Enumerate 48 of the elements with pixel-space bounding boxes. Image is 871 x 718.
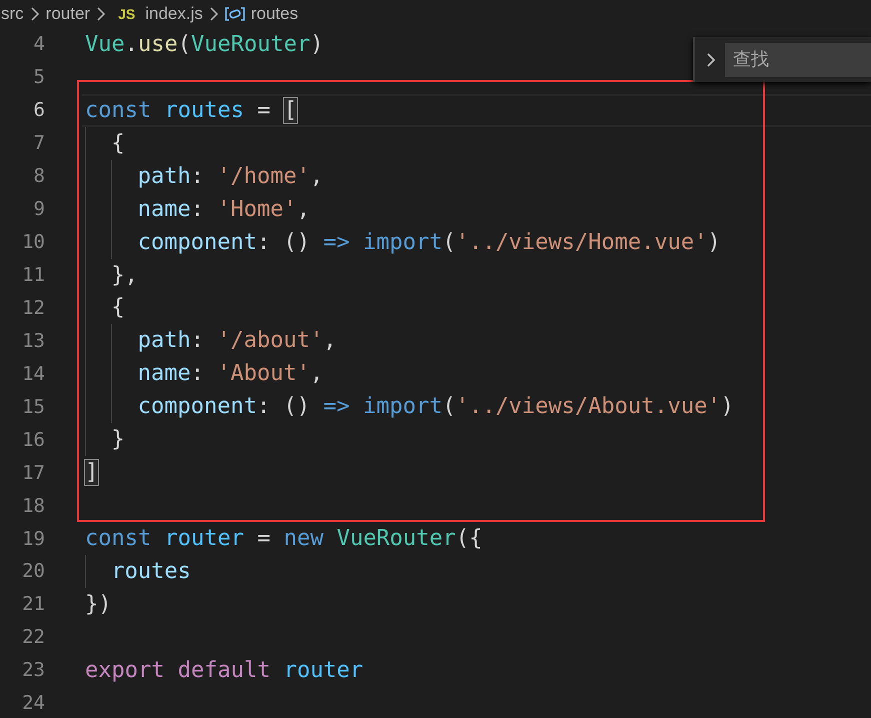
line-number: 6 [32,99,45,122]
code-line: export default router [85,656,364,685]
breadcrumb-item[interactable]: index.js [145,4,203,24]
code-line: routes [85,555,191,588]
variable-icon [224,6,245,22]
code-line: name: 'About', [85,357,324,390]
code-line: } [85,423,125,456]
code-line: }) [85,590,112,619]
line-number: 16 [21,428,45,451]
chevron-icon [96,6,106,22]
breadcrumb-item[interactable]: router [46,4,90,24]
line-number: 17 [21,462,45,484]
line-number: 11 [21,264,45,286]
code-line: const routes = [ [85,96,297,125]
line-number: 23 [21,659,45,682]
code-line: { [85,126,125,160]
code-line: name: 'Home', [85,192,310,226]
line-number: 22 [21,626,45,648]
line-number: 12 [21,296,45,319]
line-number: 21 [21,593,45,616]
breadcrumb-item[interactable]: routes [250,4,298,24]
line-number: 18 [21,494,45,517]
toggle-replace-button[interactable] [705,50,717,68]
line-number: 8 [32,165,45,188]
code-line: path: '/home', [85,160,324,193]
chevron-icon [30,6,40,22]
line-number: 14 [21,362,45,385]
line-number: 24 [21,692,45,714]
line-number: 20 [21,560,45,582]
code-line: const router = new VueRouter({ [85,525,482,554]
chevron-icon [208,6,219,22]
breadcrumb-item[interactable]: src [1,4,24,24]
code-line: component: () => import('../views/About.vue') [85,390,734,424]
line-number: 9 [32,198,45,220]
code-line: Vue.use(VueRouter) [85,30,324,59]
code-line: { [85,292,125,324]
find-input-field[interactable]: 查找 [725,42,871,76]
js-file-icon: JS [118,6,136,22]
line-number: 19 [21,528,45,550]
line-number: 4 [32,33,45,56]
code-line: path: '/about', [85,324,336,358]
code-line: component: () => import('../views/Home.vue') [85,226,721,259]
line-number: 5 [32,66,45,88]
code-line: }, [85,258,138,292]
line-number: 13 [21,330,45,352]
line-number: 10 [21,231,45,254]
line-number: 15 [21,396,45,418]
line-number: 7 [32,132,45,154]
